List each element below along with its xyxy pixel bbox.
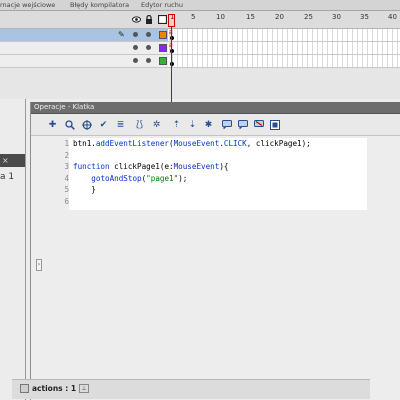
actions-status-bar: actions : 1 ⊥ (12, 379, 370, 399)
layer-frames[interactable] (168, 55, 400, 67)
lock-icon[interactable] (144, 14, 154, 24)
outline-square-icon[interactable] (157, 14, 167, 24)
playhead-line (171, 27, 172, 111)
pencil-icon: ✎ (118, 30, 125, 39)
layer-info[interactable] (0, 42, 168, 54)
line-number: 4 (64, 173, 69, 183)
check-syntax-icon[interactable]: ✔ (98, 119, 109, 130)
layer-color-swatch[interactable] (159, 44, 167, 52)
pin-script-icon[interactable]: ⊥ (79, 384, 89, 393)
line-number: 2 (64, 150, 69, 160)
visibility-dot-icon[interactable] (133, 32, 138, 37)
panel-divider[interactable] (25, 99, 26, 400)
frame-number: 30 (332, 13, 341, 21)
code-line[interactable]: function clickPage1(e:MouseEvent){ (69, 161, 367, 173)
layer-color-swatch[interactable] (159, 31, 167, 39)
code-line[interactable]: gotoAndStop("page1"); (69, 173, 367, 185)
frame-number: 40 (388, 13, 397, 21)
target-icon[interactable] (81, 119, 92, 130)
actions-panel: Operacje - Klatka ✚ ✔ ≣ ⟅⟆ ✲ ⇡ ⇣ ✱ › 1 2… (30, 102, 400, 400)
frame-number: 1 (170, 13, 175, 21)
layer-frames[interactable] (168, 42, 400, 54)
timeline-panel: 1 5 10 15 20 25 30 35 40 ✎ a a (0, 11, 400, 111)
layer-frames[interactable] (168, 29, 400, 41)
code-line[interactable]: } (69, 184, 367, 196)
line-number: 5 (64, 185, 69, 194)
left-panel-label: a 1 (0, 172, 15, 182)
eye-icon[interactable] (131, 14, 141, 24)
frame-number: 15 (246, 13, 255, 21)
debug-icon[interactable]: ✲ (151, 119, 162, 130)
line-numbers: 1 2 3 4 5 6 (53, 138, 69, 207)
code-line[interactable]: btn1.addEventListener(MouseEvent.CLICK, … (69, 138, 367, 150)
visibility-dot-icon[interactable] (133, 45, 138, 50)
lock-dot-icon[interactable] (146, 32, 151, 37)
actions-titlebar[interactable]: Operacje - Klatka (31, 102, 400, 114)
current-script-label[interactable]: actions : 1 (32, 384, 76, 393)
frame-number: 25 (304, 13, 313, 21)
visibility-dot-icon[interactable] (133, 58, 138, 63)
tab-motion-editor[interactable]: Edytor ruchu (141, 0, 183, 11)
collapse-between-icon[interactable]: ⇡ (171, 119, 182, 130)
code-line[interactable] (69, 196, 367, 208)
line-number: 3 (64, 162, 69, 171)
tab-compiler-errors[interactable]: Błędy kompilatora (70, 0, 129, 11)
comment-block-icon[interactable] (221, 119, 232, 130)
frame-number: 20 (275, 13, 284, 21)
layer-color-swatch[interactable] (159, 57, 167, 65)
layer-row[interactable]: ✎ a (0, 29, 400, 42)
auto-format-icon[interactable]: ≣ (115, 119, 126, 130)
comment-line-icon[interactable] (237, 119, 248, 130)
collapse-selection-icon[interactable]: ⇣ (187, 119, 198, 130)
lock-dot-icon[interactable] (146, 45, 151, 50)
frame-number: 5 (191, 13, 196, 21)
tab-input-parameters[interactable]: rnacje wejściowe (0, 0, 55, 11)
frame-script-icon (20, 384, 29, 393)
line-number: 6 (64, 196, 69, 206)
add-icon[interactable]: ✚ (47, 119, 58, 130)
help-icon[interactable] (269, 119, 280, 130)
find-icon[interactable] (64, 119, 75, 130)
code-collapse-handle[interactable]: › (36, 259, 42, 271)
layer-info[interactable] (0, 55, 168, 67)
timeline-header: 1 5 10 15 20 25 30 35 40 (0, 11, 400, 29)
uncomment-icon[interactable] (253, 119, 264, 130)
layer-info[interactable]: ✎ (0, 29, 168, 41)
layer-row[interactable]: a (0, 42, 400, 55)
frame-number: 35 (360, 13, 369, 21)
actions-toolbar: ✚ ✔ ≣ ⟅⟆ ✲ ⇡ ⇣ ✱ (31, 114, 400, 136)
layer-row[interactable] (0, 55, 400, 68)
expand-all-icon[interactable]: ✱ (203, 119, 214, 130)
frame-number: 10 (216, 13, 225, 21)
close-icon[interactable]: × (2, 156, 9, 165)
code-hint-icon[interactable]: ⟅⟆ (134, 119, 145, 130)
line-number: 1 (64, 139, 69, 148)
panel-tabs-bar: rnacje wejściowe Błędy kompilatora Edyto… (0, 0, 400, 11)
code-editor[interactable]: btn1.addEventListener(MouseEvent.CLICK, … (69, 138, 367, 210)
lock-dot-icon[interactable] (146, 58, 151, 63)
code-line[interactable] (69, 150, 367, 162)
actions-panel-title: Operacje - Klatka (34, 103, 95, 111)
code-gutter (40, 138, 54, 383)
